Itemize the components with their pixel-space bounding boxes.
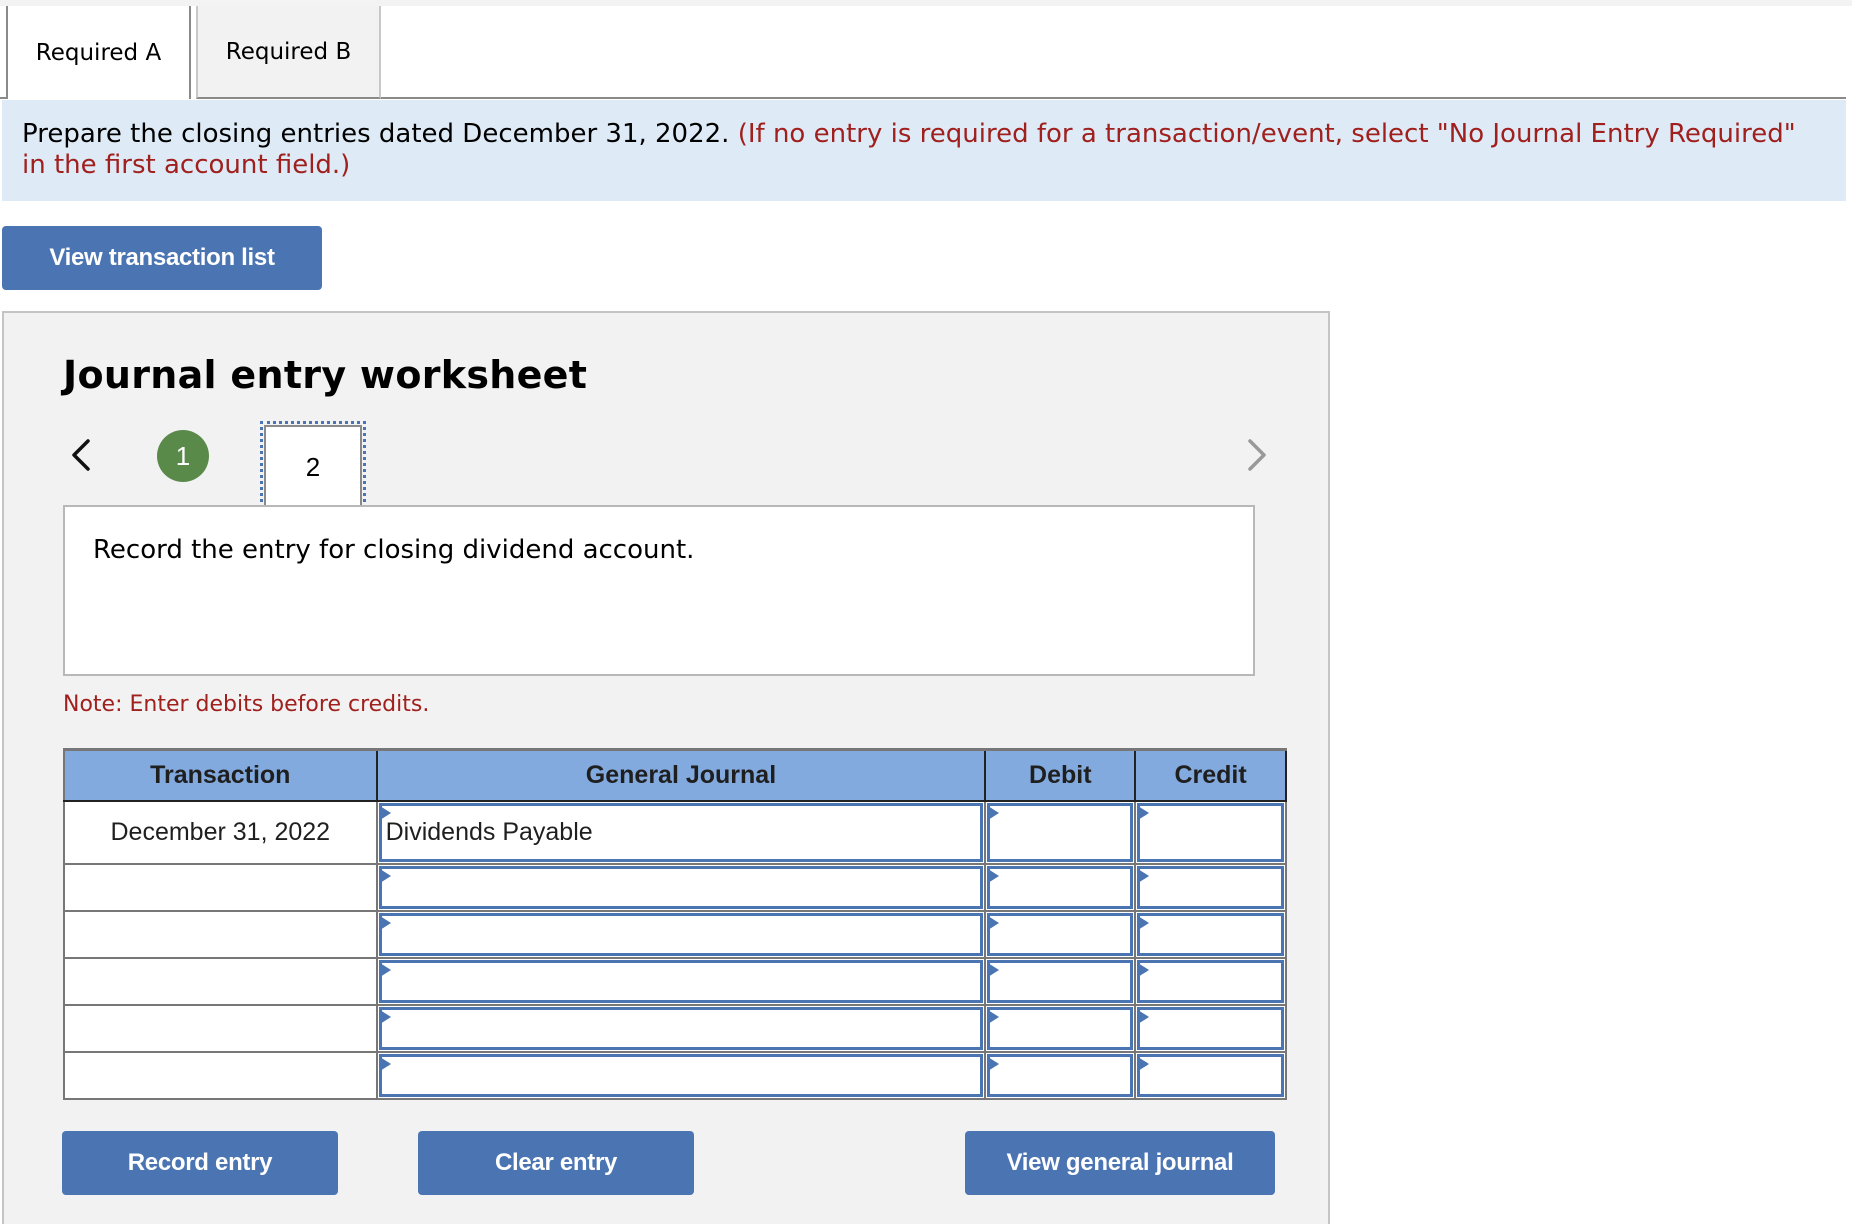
credit-cell [1134, 799, 1287, 865]
view-transaction-list-button[interactable]: View transaction list [2, 226, 322, 290]
credit-cell [1134, 1050, 1287, 1100]
tab-required-b[interactable]: Required B [196, 6, 381, 99]
credit-input[interactable] [1137, 802, 1284, 862]
debit-input[interactable] [987, 1006, 1134, 1050]
credit-input[interactable] [1137, 1006, 1284, 1050]
step-1-indicator[interactable]: 1 [157, 430, 209, 482]
header-transaction: Transaction [63, 748, 378, 802]
entry-description-box: Record the entry for closing dividend ac… [63, 505, 1255, 676]
credit-input[interactable] [1137, 959, 1284, 1003]
tab-required-b-label: Required B [225, 38, 352, 65]
next-step-button[interactable] [1242, 435, 1272, 475]
account-cell [375, 1003, 987, 1053]
step-1-label: 1 [175, 440, 191, 471]
tab-divider [0, 97, 6, 99]
step-2-label: 2 [305, 451, 321, 482]
transaction-cell [63, 1050, 378, 1100]
journal-entry-worksheet-panel: Journal entry worksheet 1 2 Record the e… [2, 311, 1330, 1224]
debit-input[interactable] [987, 912, 1134, 956]
account-cell [375, 956, 987, 1006]
step-2-tab: 2 [264, 425, 362, 507]
credit-cell [1134, 909, 1287, 959]
account-input[interactable] [378, 959, 984, 1003]
credit-input[interactable] [1137, 865, 1284, 909]
header-general-journal: General Journal [375, 748, 987, 802]
account-cell: Dividends Payable [375, 799, 987, 865]
credit-cell [1134, 862, 1287, 912]
table-row [63, 1050, 1287, 1100]
account-input[interactable] [378, 1053, 984, 1097]
table-row [63, 862, 1287, 912]
debit-input[interactable] [987, 959, 1134, 1003]
transaction-cell [63, 956, 378, 1006]
transaction-cell [63, 1003, 378, 1053]
debit-input[interactable] [987, 802, 1134, 862]
table-row [63, 956, 1287, 1006]
account-cell [375, 1050, 987, 1100]
transaction-cell [63, 909, 378, 959]
chevron-left-icon [72, 439, 90, 471]
transaction-cell [63, 862, 378, 912]
debit-cell [984, 862, 1137, 912]
chevron-right-icon [1248, 439, 1266, 471]
table-row [63, 1003, 1287, 1053]
account-input[interactable] [378, 1006, 984, 1050]
clear-entry-button[interactable]: Clear entry [418, 1131, 694, 1195]
credit-input[interactable] [1137, 1053, 1284, 1097]
table-header-row: Transaction General Journal Debit Credit [63, 748, 1287, 802]
header-credit: Credit [1134, 748, 1287, 802]
debit-cell [984, 799, 1137, 865]
instructions-text: Prepare the closing entries dated Decemb… [22, 119, 730, 149]
account-cell [375, 862, 987, 912]
debit-cell [984, 1050, 1137, 1100]
debit-cell [984, 1003, 1137, 1053]
tab-divider [381, 97, 1846, 99]
debit-input[interactable] [987, 1053, 1134, 1097]
account-cell [375, 909, 987, 959]
view-general-journal-button[interactable]: View general journal [965, 1131, 1275, 1195]
tab-required-a-label: Required A [35, 39, 162, 66]
account-input[interactable] [378, 865, 984, 909]
debits-credits-note: Note: Enter debits before credits. [63, 692, 430, 717]
table-row: December 31, 2022 Dividends Payable [63, 799, 1287, 865]
journal-entry-table: Transaction General Journal Debit Credit… [63, 748, 1287, 1100]
entry-description: Record the entry for closing dividend ac… [93, 535, 695, 565]
record-entry-button[interactable]: Record entry [62, 1131, 338, 1195]
debit-cell [984, 909, 1137, 959]
debit-input[interactable] [987, 865, 1134, 909]
tab-required-a[interactable]: Required A [6, 6, 191, 99]
step-2-indicator[interactable]: 2 [260, 421, 366, 508]
worksheet-title: Journal entry worksheet [63, 353, 588, 397]
transaction-cell: December 31, 2022 [63, 799, 378, 865]
credit-input[interactable] [1137, 912, 1284, 956]
header-debit: Debit [984, 748, 1137, 802]
instructions-panel: Prepare the closing entries dated Decemb… [2, 100, 1846, 201]
credit-cell [1134, 1003, 1287, 1053]
table-row [63, 909, 1287, 959]
account-input[interactable]: Dividends Payable [378, 802, 984, 862]
account-input[interactable] [378, 912, 984, 956]
credit-cell [1134, 956, 1287, 1006]
debit-cell [984, 956, 1137, 1006]
previous-step-button[interactable] [66, 435, 96, 475]
